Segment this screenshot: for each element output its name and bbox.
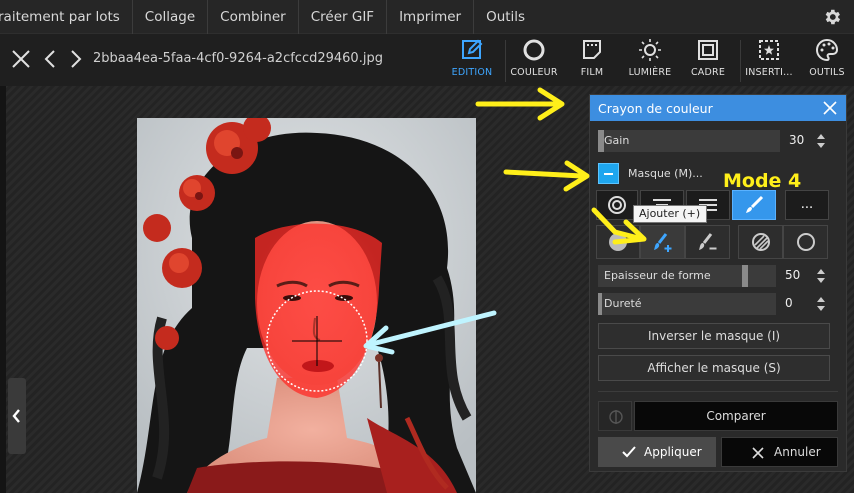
menu-batch[interactable]: raitement par lots (0, 0, 133, 34)
tool-frame[interactable]: CADRE (678, 38, 738, 84)
menu-print[interactable]: Imprimer (387, 0, 475, 34)
color-pencil-panel: Crayon de couleur Gain 30 Masque (M)... (589, 94, 847, 472)
erase-brush-button[interactable] (685, 225, 730, 259)
chevron-left-icon (12, 409, 20, 423)
app-window: raitement par lots Collage Combiner Crée… (0, 0, 854, 493)
hardness-thumb[interactable] (598, 293, 602, 315)
filled-circle-icon (609, 233, 627, 251)
portrait-image (137, 118, 476, 493)
mask-checkbox[interactable] (598, 163, 619, 184)
edited-photo[interactable] (137, 118, 476, 493)
brush-icon (746, 195, 764, 213)
gain-spinner-icon[interactable] (816, 133, 826, 149)
empty-circle-button[interactable] (783, 225, 828, 259)
mask-label[interactable]: Masque (M)... (628, 167, 703, 180)
film-icon (583, 40, 601, 59)
tool-edition[interactable]: EDITION (442, 38, 502, 84)
close-icon (752, 447, 764, 459)
menu-tools[interactable]: Outils (474, 0, 537, 34)
hatched-circle-icon (751, 233, 770, 251)
compare-group: Comparer (598, 401, 838, 431)
brush-plus-icon (653, 233, 671, 252)
mode-annotation: Mode 4 (723, 170, 802, 192)
tool-color[interactable]: COULEUR (504, 38, 564, 84)
check-icon (622, 446, 636, 458)
file-name: 2bbaa4ea-5faa-4cf0-9264-a2cfccd29460.jpg (93, 51, 383, 66)
hatched-circle-button[interactable] (738, 225, 783, 259)
shape-thickness-thumb[interactable] (742, 265, 748, 287)
circle-icon (796, 233, 815, 251)
apply-button[interactable]: Appliquer (598, 437, 716, 467)
frame-icon (698, 40, 718, 60)
mode-1-button[interactable] (596, 190, 638, 220)
cancel-button[interactable]: Annuler (721, 437, 838, 467)
show-mask-button[interactable]: Afficher le masque (S) (598, 355, 830, 381)
mode-4-button[interactable] (732, 190, 776, 220)
gain-slider[interactable]: Gain (598, 130, 780, 152)
shape-thickness-value[interactable]: 50 (785, 268, 800, 282)
invert-mask-button[interactable]: Inverser le masque (I) (598, 323, 830, 349)
tool-film[interactable]: FILM (562, 38, 622, 84)
more-options-button[interactable]: ... (785, 190, 829, 220)
panel-header: Crayon de couleur (590, 95, 846, 121)
hardness-slider[interactable]: Dureté (598, 293, 776, 315)
chevron-left-icon[interactable] (40, 48, 62, 70)
palette-icon (816, 38, 839, 62)
hardness-spinner-icon[interactable] (816, 296, 826, 312)
add-brush-button[interactable] (640, 225, 685, 259)
add-tooltip: Ajouter (+) (633, 205, 707, 223)
compare-toggle[interactable] (598, 401, 632, 431)
menu-combine[interactable]: Combiner (208, 0, 299, 34)
tool-insert[interactable]: INSERTI... (739, 38, 799, 84)
split-view-icon (609, 410, 623, 424)
tool-tools[interactable]: OUTILS (797, 38, 854, 84)
fill-circle-button[interactable] (596, 225, 640, 259)
edit-icon (462, 39, 483, 59)
gain-value[interactable]: 30 (789, 133, 804, 147)
menu-collage[interactable]: Collage (133, 0, 209, 34)
brush-minus-icon (698, 233, 716, 250)
close-icon[interactable] (10, 48, 32, 70)
thickness-spinner-icon[interactable] (816, 268, 826, 284)
circle-target-icon (608, 196, 626, 214)
compare-button[interactable]: Comparer (634, 401, 838, 431)
left-panel-toggle[interactable] (8, 378, 26, 454)
menu-create-gif[interactable]: Créer GIF (299, 0, 388, 34)
close-icon[interactable] (822, 100, 838, 116)
panel-divider (598, 391, 838, 392)
color-icon (523, 39, 545, 61)
hardness-value[interactable]: 0 (785, 296, 793, 310)
panel-title: Crayon de couleur (598, 100, 713, 116)
insert-icon (759, 40, 779, 60)
menu-bar: raitement par lots Collage Combiner Crée… (0, 0, 854, 34)
main-toolbar: 2bbaa4ea-5faa-4cf0-9264-a2cfccd29460.jpg… (0, 34, 854, 86)
tool-light[interactable]: LUMIÈRE (620, 38, 680, 84)
shape-thickness-slider[interactable]: Epaisseur de forme (598, 265, 776, 287)
left-panel-strip (0, 86, 6, 493)
light-icon (639, 39, 661, 61)
gear-icon[interactable] (822, 7, 842, 27)
chevron-right-icon[interactable] (64, 48, 86, 70)
